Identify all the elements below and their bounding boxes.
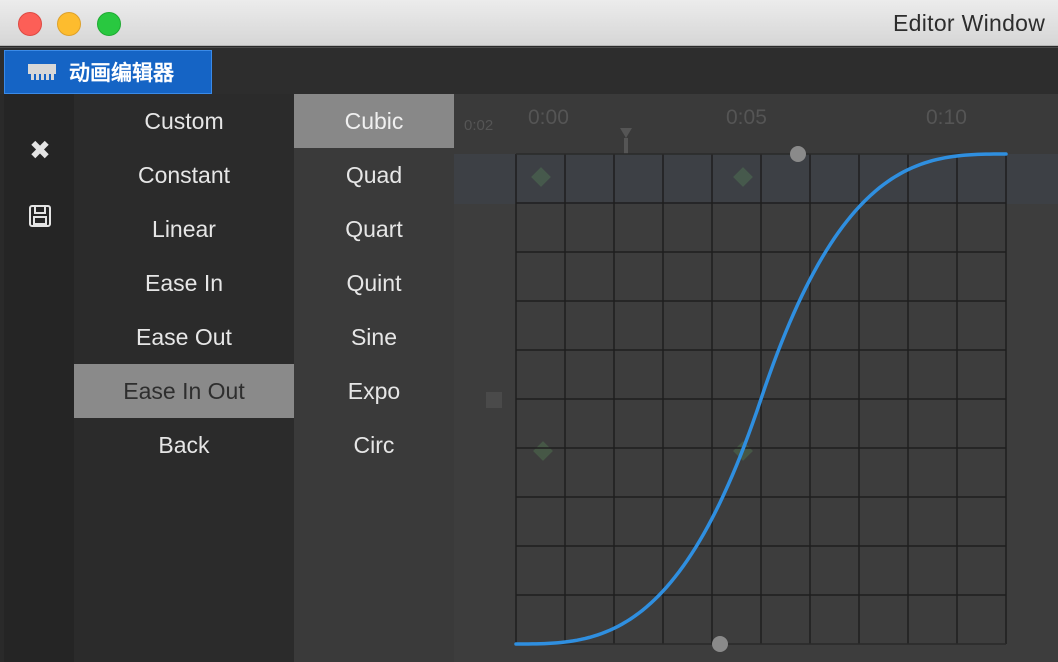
panel-icon xyxy=(28,64,56,80)
preset-item-ease-out[interactable]: Ease Out xyxy=(74,310,294,364)
save-icon xyxy=(29,205,51,227)
curve-type-expo[interactable]: Expo xyxy=(294,364,454,418)
timeline-label-mid: 0:05 xyxy=(726,106,767,129)
preset-item-constant[interactable]: Constant xyxy=(74,148,294,202)
curve-type-circ[interactable]: Circ xyxy=(294,418,454,472)
tab-strip: 动画编辑器 xyxy=(0,47,1058,94)
preset-item-linear[interactable]: Linear xyxy=(74,202,294,256)
timeline-label-current: 0:02 xyxy=(464,117,493,134)
window-titlebar: Editor Window xyxy=(0,0,1058,46)
close-curve-button[interactable]: ✖ xyxy=(22,132,58,168)
playhead-line xyxy=(624,138,628,154)
save-curve-button[interactable] xyxy=(22,198,58,234)
timeline-label-start: 0:00 xyxy=(528,106,569,129)
preset-item-ease-in[interactable]: Ease In xyxy=(74,256,294,310)
curve-editor[interactable]: 0:02 0:00 0:05 0:10 xyxy=(454,94,1058,662)
tab-label: 动画编辑器 xyxy=(69,62,174,85)
curve-type-quad[interactable]: Quad xyxy=(294,148,454,202)
window-title: Editor Window xyxy=(893,10,1046,36)
editor-main: ✖ Custom Constant Linear Ease In Ease Ou… xyxy=(4,94,1058,662)
tab-animation-editor[interactable]: 动画编辑器 xyxy=(4,50,212,94)
preset-item-back[interactable]: Back xyxy=(74,418,294,472)
window-close-button[interactable] xyxy=(18,12,42,36)
preset-item-custom[interactable]: Custom xyxy=(74,94,294,148)
curve-type-quart[interactable]: Quart xyxy=(294,202,454,256)
curve-type-list: Cubic Quad Quart Quint Sine Expo Circ xyxy=(294,94,454,662)
timeline-label-end: 0:10 xyxy=(926,106,967,129)
curve-type-cubic[interactable]: Cubic xyxy=(294,94,454,148)
preset-item-ease-in-out[interactable]: Ease In Out xyxy=(74,364,294,418)
curve-handle-bottom[interactable] xyxy=(712,636,728,652)
curve-handle-top[interactable] xyxy=(790,146,806,162)
curve-canvas[interactable]: 0:02 0:00 0:05 0:10 xyxy=(454,94,1058,662)
preset-list: Custom Constant Linear Ease In Ease Out … xyxy=(74,94,294,662)
background-keyframes xyxy=(486,167,753,461)
curve-type-sine[interactable]: Sine xyxy=(294,310,454,364)
window-maximize-button[interactable] xyxy=(97,12,121,36)
close-icon: ✖ xyxy=(29,134,51,165)
side-toolbar: ✖ xyxy=(4,94,74,662)
curve-type-quint[interactable]: Quint xyxy=(294,256,454,310)
window-minimize-button[interactable] xyxy=(57,12,81,36)
